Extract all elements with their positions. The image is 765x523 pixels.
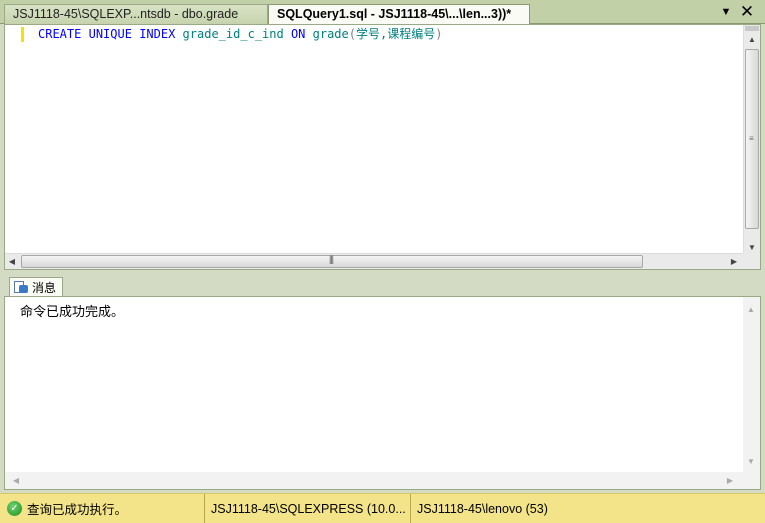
sql-keyword: ON — [290, 27, 306, 41]
server-name: JSJ1118-45\SQLEXPRESS (10.0... — [204, 494, 410, 523]
result-message: 命令已成功完成。 — [20, 305, 125, 320]
dropdown-arrow-icon[interactable]: ▼ — [718, 4, 734, 20]
horizontal-scroll-thumb[interactable]: ||| — [21, 254, 643, 268]
split-handle[interactable] — [745, 26, 759, 31]
results-tab-strip: 消息 — [0, 272, 765, 297]
index-name: grade_id_c_ind — [182, 27, 284, 41]
messages-horizontal-scrollbar[interactable]: ◀ ▶ — [5, 472, 745, 489]
tab-messages-label: 消息 — [32, 281, 57, 295]
editor-vertical-scrollbar[interactable]: ▲ ≡ ▼ — [743, 25, 760, 255]
messages-vertical-scrollbar[interactable]: ▲ ▼ — [743, 297, 760, 473]
document-tab-strip: JSJ1118-45\SQLEXP...ntsdb - dbo.grade SQ… — [0, 0, 765, 25]
column-list: 学号,课程编号 — [355, 27, 436, 41]
scroll-right-icon[interactable]: ▶ — [727, 254, 741, 269]
code-line-1[interactable]: CREATE UNIQUE INDEX grade_id_c_ind ON gr… — [38, 26, 442, 42]
editor-horizontal-scrollbar[interactable]: ◀ ||| ▶ — [5, 253, 745, 269]
messages-pane[interactable]: 命令已成功完成。 ▲ ▼ ◀ ▶ — [4, 296, 761, 490]
scroll-left-icon[interactable]: ◀ — [9, 472, 23, 489]
open-paren: ( — [348, 27, 356, 41]
scroll-down-icon[interactable]: ▼ — [743, 455, 759, 469]
tab-table-designer[interactable]: JSJ1118-45\SQLEXP...ntsdb - dbo.grade — [4, 4, 268, 24]
scroll-up-icon[interactable]: ▲ — [743, 303, 759, 317]
sql-keyword: INDEX — [139, 27, 176, 41]
success-check-icon: ✓ — [7, 501, 22, 516]
status-bar: ✓ 查询已成功执行。 JSJ1118-45\SQLEXPRESS (10.0..… — [0, 493, 765, 523]
scrollbar-corner — [743, 472, 760, 489]
modified-line-marker — [21, 27, 24, 42]
vertical-scroll-thumb[interactable]: ≡ — [745, 49, 759, 229]
tab-sql-query[interactable]: SQLQuery1.sql - JSJ1118-45\...\len...3))… — [268, 4, 530, 25]
query-editor[interactable]: CREATE UNIQUE INDEX grade_id_c_ind ON gr… — [4, 24, 761, 270]
scroll-right-icon[interactable]: ▶ — [723, 472, 737, 489]
tab-messages[interactable]: 消息 — [9, 277, 64, 297]
scroll-left-icon[interactable]: ◀ — [5, 254, 19, 269]
grip-icon: ≡ — [749, 134, 754, 143]
user-name: JSJ1118-45\lenovo (53) — [410, 494, 765, 523]
scrollbar-corner — [743, 253, 760, 269]
editor-gutter — [5, 25, 24, 255]
close-paren: ) — [435, 27, 443, 41]
query-status: ✓ 查询已成功执行。 — [0, 494, 204, 523]
close-icon[interactable]: ✕ — [739, 3, 755, 20]
scroll-up-icon[interactable]: ▲ — [744, 33, 760, 47]
sql-keyword: CREATE — [38, 27, 82, 41]
messages-icon — [14, 281, 28, 294]
query-status-text: 查询已成功执行。 — [27, 503, 128, 517]
table-name: grade — [312, 27, 349, 41]
grip-icon: ||| — [329, 254, 334, 264]
sql-keyword: UNIQUE — [88, 27, 132, 41]
